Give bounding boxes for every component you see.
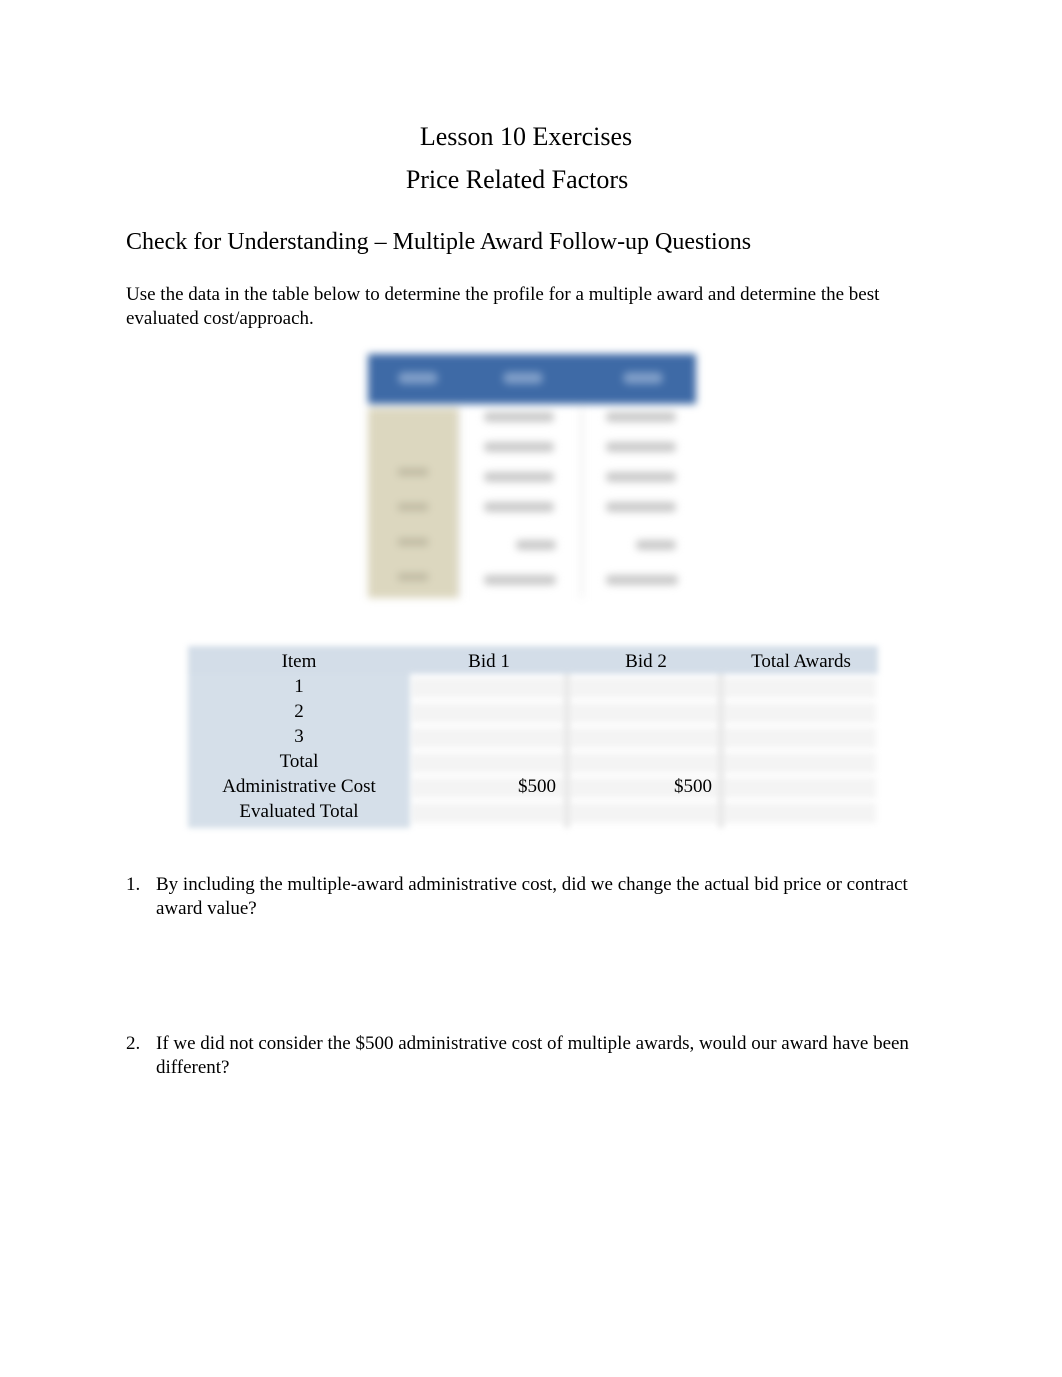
question-number: 2. bbox=[126, 1033, 141, 1054]
cell-bid-2: $500 bbox=[674, 776, 712, 797]
award-table: Item Bid 1 Bid 2 Total Awards 1 2 3 Tota… bbox=[188, 646, 878, 828]
row-label: Evaluated Total bbox=[239, 801, 359, 822]
cell-total-awards bbox=[724, 774, 878, 799]
table-row: 3 bbox=[188, 724, 878, 749]
cell-bid-1 bbox=[410, 799, 568, 824]
cell-bid-2 bbox=[568, 699, 724, 724]
row-label: Total bbox=[279, 751, 319, 772]
blurred-table-label-column bbox=[368, 408, 458, 598]
row-label: Administrative Cost bbox=[222, 776, 376, 797]
row-label: 2 bbox=[294, 701, 304, 722]
cell-bid-2 bbox=[568, 799, 724, 824]
table-row: Evaluated Total bbox=[188, 799, 878, 824]
cell-total-awards bbox=[724, 749, 878, 774]
header-bid-2: Bid 2 bbox=[625, 651, 667, 672]
table-row: 2 bbox=[188, 699, 878, 724]
table-header-row: Item Bid 1 Bid 2 Total Awards bbox=[188, 649, 878, 674]
cell-bid-2 bbox=[568, 674, 724, 699]
page-subtitle: Price Related Factors bbox=[405, 165, 629, 194]
header-total-awards: Total Awards bbox=[751, 651, 851, 672]
row-label: 1 bbox=[294, 676, 304, 697]
question-text: If we did not consider the $500 administ… bbox=[156, 1033, 909, 1078]
table-row: Administrative Cost $500 $500 bbox=[188, 774, 878, 799]
section-heading: Check for Understanding – Multiple Award… bbox=[126, 229, 752, 255]
question-text: By including the multiple-award administ… bbox=[156, 874, 908, 919]
cell-bid-1: $500 bbox=[518, 776, 556, 797]
cell-bid-1 bbox=[410, 674, 568, 699]
cell-total-awards bbox=[724, 799, 878, 824]
blurred-bid-table-image bbox=[366, 350, 698, 600]
cell-bid-2 bbox=[568, 749, 724, 774]
cell-bid-1 bbox=[410, 749, 568, 774]
cell-total-awards bbox=[724, 674, 878, 699]
cell-bid-1 bbox=[410, 699, 568, 724]
cell-total-awards bbox=[724, 699, 878, 724]
cell-bid-2 bbox=[568, 724, 724, 749]
row-label: 3 bbox=[294, 726, 304, 747]
table-row: Total bbox=[188, 749, 878, 774]
page-title: Lesson 10 Exercises bbox=[419, 122, 633, 151]
cell-bid-1 bbox=[410, 724, 568, 749]
header-item: Item bbox=[281, 651, 317, 672]
blurred-table-header bbox=[368, 354, 696, 404]
instructions-paragraph: Use the data in the table below to deter… bbox=[126, 284, 880, 329]
question-number: 1. bbox=[126, 874, 141, 895]
header-bid-1: Bid 1 bbox=[468, 651, 510, 672]
table-row: 1 bbox=[188, 674, 878, 699]
cell-total-awards bbox=[724, 724, 878, 749]
